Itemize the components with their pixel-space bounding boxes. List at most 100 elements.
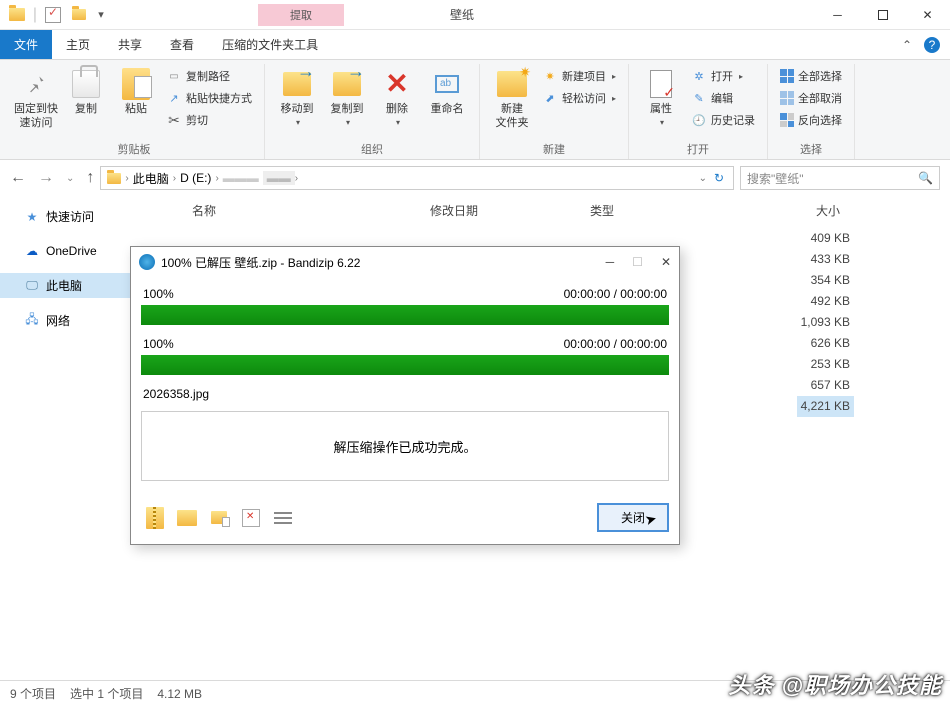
- sparkle-icon: ✷: [542, 68, 558, 84]
- qat-newfolder-icon[interactable]: [67, 3, 91, 27]
- grid-icon: [780, 113, 794, 127]
- edit-button[interactable]: ✎编辑: [687, 88, 759, 108]
- search-input[interactable]: 搜索"壁纸" 🔍: [740, 166, 940, 190]
- delete-button[interactable]: ✕删除▾: [373, 64, 421, 130]
- column-headers[interactable]: 名称 修改日期 类型 大小: [170, 196, 950, 224]
- pin-label: 固定到快 速访问: [14, 102, 58, 130]
- new-folder-button[interactable]: 新建 文件夹: [488, 64, 536, 130]
- x-icon: ✕: [385, 77, 408, 91]
- group-new-label: 新建: [488, 139, 620, 159]
- copy-path-button[interactable]: ▭复制路径: [162, 66, 256, 86]
- cursor-icon: ➤: [643, 510, 659, 529]
- dialog-maximize-button[interactable]: ☐: [632, 255, 643, 269]
- pin-to-quick-access-button[interactable]: 固定到快 速访问: [12, 64, 60, 130]
- history-button[interactable]: 🕘历史记录: [687, 110, 759, 130]
- breadcrumb-pc[interactable]: 此电脑: [129, 170, 173, 187]
- recent-dropdown[interactable]: ⌄: [66, 173, 74, 184]
- open-icon: ✲: [691, 68, 707, 84]
- delete-icon: [242, 509, 260, 527]
- path-icon: ▭: [166, 68, 182, 84]
- ribbon-collapse-icon[interactable]: ⌃: [902, 38, 912, 52]
- invert-button[interactable]: 反向选择: [776, 110, 846, 130]
- group-clipboard-label: 剪贴板: [12, 139, 256, 159]
- refresh-button[interactable]: ↻: [707, 171, 731, 185]
- address-bar[interactable]: › 此电脑 › D (E:) › ▬▬▬ ▬▬ › ⌄ ↻: [100, 166, 734, 190]
- dialog-close-button[interactable]: ✕: [661, 255, 671, 269]
- context-tab-super: 提取: [258, 4, 344, 26]
- progress-bar-2: [141, 355, 669, 375]
- grid-icon: [780, 69, 794, 83]
- up-button[interactable]: ↑: [86, 169, 94, 187]
- paste-button[interactable]: 粘贴: [112, 64, 160, 116]
- shortcut-icon: ↗: [166, 90, 182, 106]
- tab-home[interactable]: 主页: [52, 30, 104, 59]
- star-icon: ★: [24, 209, 40, 225]
- scissors-icon: ✂: [166, 112, 182, 128]
- dialog-minimize-button[interactable]: ─: [606, 255, 615, 269]
- address-dropdown[interactable]: ⌄: [699, 173, 707, 184]
- group-select-label: 选择: [776, 139, 846, 159]
- grid-icon: [780, 91, 794, 105]
- qat-folder-icon[interactable]: [5, 3, 29, 27]
- breadcrumb-hidden[interactable]: ▬▬▬: [219, 171, 263, 185]
- tab-view[interactable]: 查看: [156, 30, 208, 59]
- progress2-percent: 100%: [143, 337, 174, 351]
- back-button[interactable]: ←: [10, 169, 26, 187]
- minimize-button[interactable]: ─: [815, 0, 860, 30]
- document-check-icon: [650, 70, 672, 98]
- dialog-titlebar[interactable]: 100% 已解压 壁纸.zip - Bandizip 6.22 ─ ☐ ✕: [131, 247, 679, 277]
- open-folder-button[interactable]: [173, 505, 201, 531]
- col-size[interactable]: 大小: [710, 202, 950, 224]
- list-icon: [274, 512, 292, 524]
- size-column-values: 409 KB433 KB354 KB 492 KB1,093 KB626 KB …: [797, 228, 850, 417]
- search-icon: 🔍: [918, 171, 933, 185]
- folder-icon: [497, 71, 527, 97]
- dialog-close-action-button[interactable]: 关闭➤: [597, 503, 669, 532]
- qat-properties-icon[interactable]: [41, 3, 65, 27]
- tab-file[interactable]: 文件: [0, 30, 52, 59]
- col-name[interactable]: 名称: [170, 202, 430, 224]
- properties-button[interactable]: 属性▾: [637, 64, 685, 130]
- qat-customize-icon[interactable]: ▾: [93, 3, 109, 27]
- easy-access-button[interactable]: ⬈轻松访问▸: [538, 88, 620, 108]
- delete-archive-button[interactable]: [237, 505, 265, 531]
- rename-button[interactable]: 重命名: [423, 64, 471, 116]
- ribbon: 固定到快 速访问 复制 粘贴 ▭复制路径 ↗粘贴快捷方式 ✂剪切 剪贴板 移动到…: [0, 60, 950, 160]
- open-button[interactable]: ✲打开▸: [687, 66, 759, 86]
- link-icon: ⬈: [542, 90, 558, 106]
- rename-icon: [435, 75, 459, 93]
- monitor-icon: 🖵: [24, 278, 40, 294]
- zip-icon: [146, 507, 164, 529]
- select-none-button[interactable]: 全部取消: [776, 88, 846, 108]
- navigation-bar: ← → ⌄ ↑ › 此电脑 › D (E:) › ▬▬▬ ▬▬ › ⌄ ↻ 搜索…: [0, 160, 950, 196]
- copy-button[interactable]: 复制: [62, 64, 110, 116]
- extract-dialog: 100% 已解压 壁纸.zip - Bandizip 6.22 ─ ☐ ✕ 10…: [130, 246, 680, 545]
- help-icon[interactable]: ?: [924, 37, 940, 53]
- cut-button[interactable]: ✂剪切: [162, 110, 256, 130]
- col-type[interactable]: 类型: [590, 202, 710, 224]
- sidebar-item-quick-access[interactable]: ★快速访问: [0, 204, 170, 229]
- breadcrumb-drive[interactable]: D (E:): [176, 171, 215, 185]
- open-archive-button[interactable]: [141, 505, 169, 531]
- col-date[interactable]: 修改日期: [430, 202, 590, 224]
- move-to-button[interactable]: 移动到▾: [273, 64, 321, 130]
- bandizip-icon: [139, 254, 155, 270]
- tab-share[interactable]: 共享: [104, 30, 156, 59]
- maximize-button[interactable]: [860, 0, 905, 30]
- copy-to-button[interactable]: 复制到▾: [323, 64, 371, 130]
- watermark: 头条 @职场办公技能: [728, 668, 942, 700]
- folder-icon: [177, 510, 197, 526]
- log-button[interactable]: [269, 505, 297, 531]
- open-subfolder-button[interactable]: [205, 505, 233, 531]
- status-selected-count: 选中 1 个项目: [70, 685, 143, 702]
- new-item-button[interactable]: ✷新建项目▸: [538, 66, 620, 86]
- breadcrumb-folder[interactable]: ▬▬: [263, 171, 295, 185]
- select-all-button[interactable]: 全部选择: [776, 66, 846, 86]
- forward-button[interactable]: →: [38, 169, 54, 187]
- progress1-percent: 100%: [143, 287, 174, 301]
- close-button[interactable]: ✕: [905, 0, 950, 30]
- paste-shortcut-button[interactable]: ↗粘贴快捷方式: [162, 88, 256, 108]
- group-open-label: 打开: [637, 139, 759, 159]
- tab-archive-tools[interactable]: 压缩的文件夹工具: [208, 30, 332, 59]
- progress2-time: 00:00:00 / 00:00:00: [564, 337, 667, 351]
